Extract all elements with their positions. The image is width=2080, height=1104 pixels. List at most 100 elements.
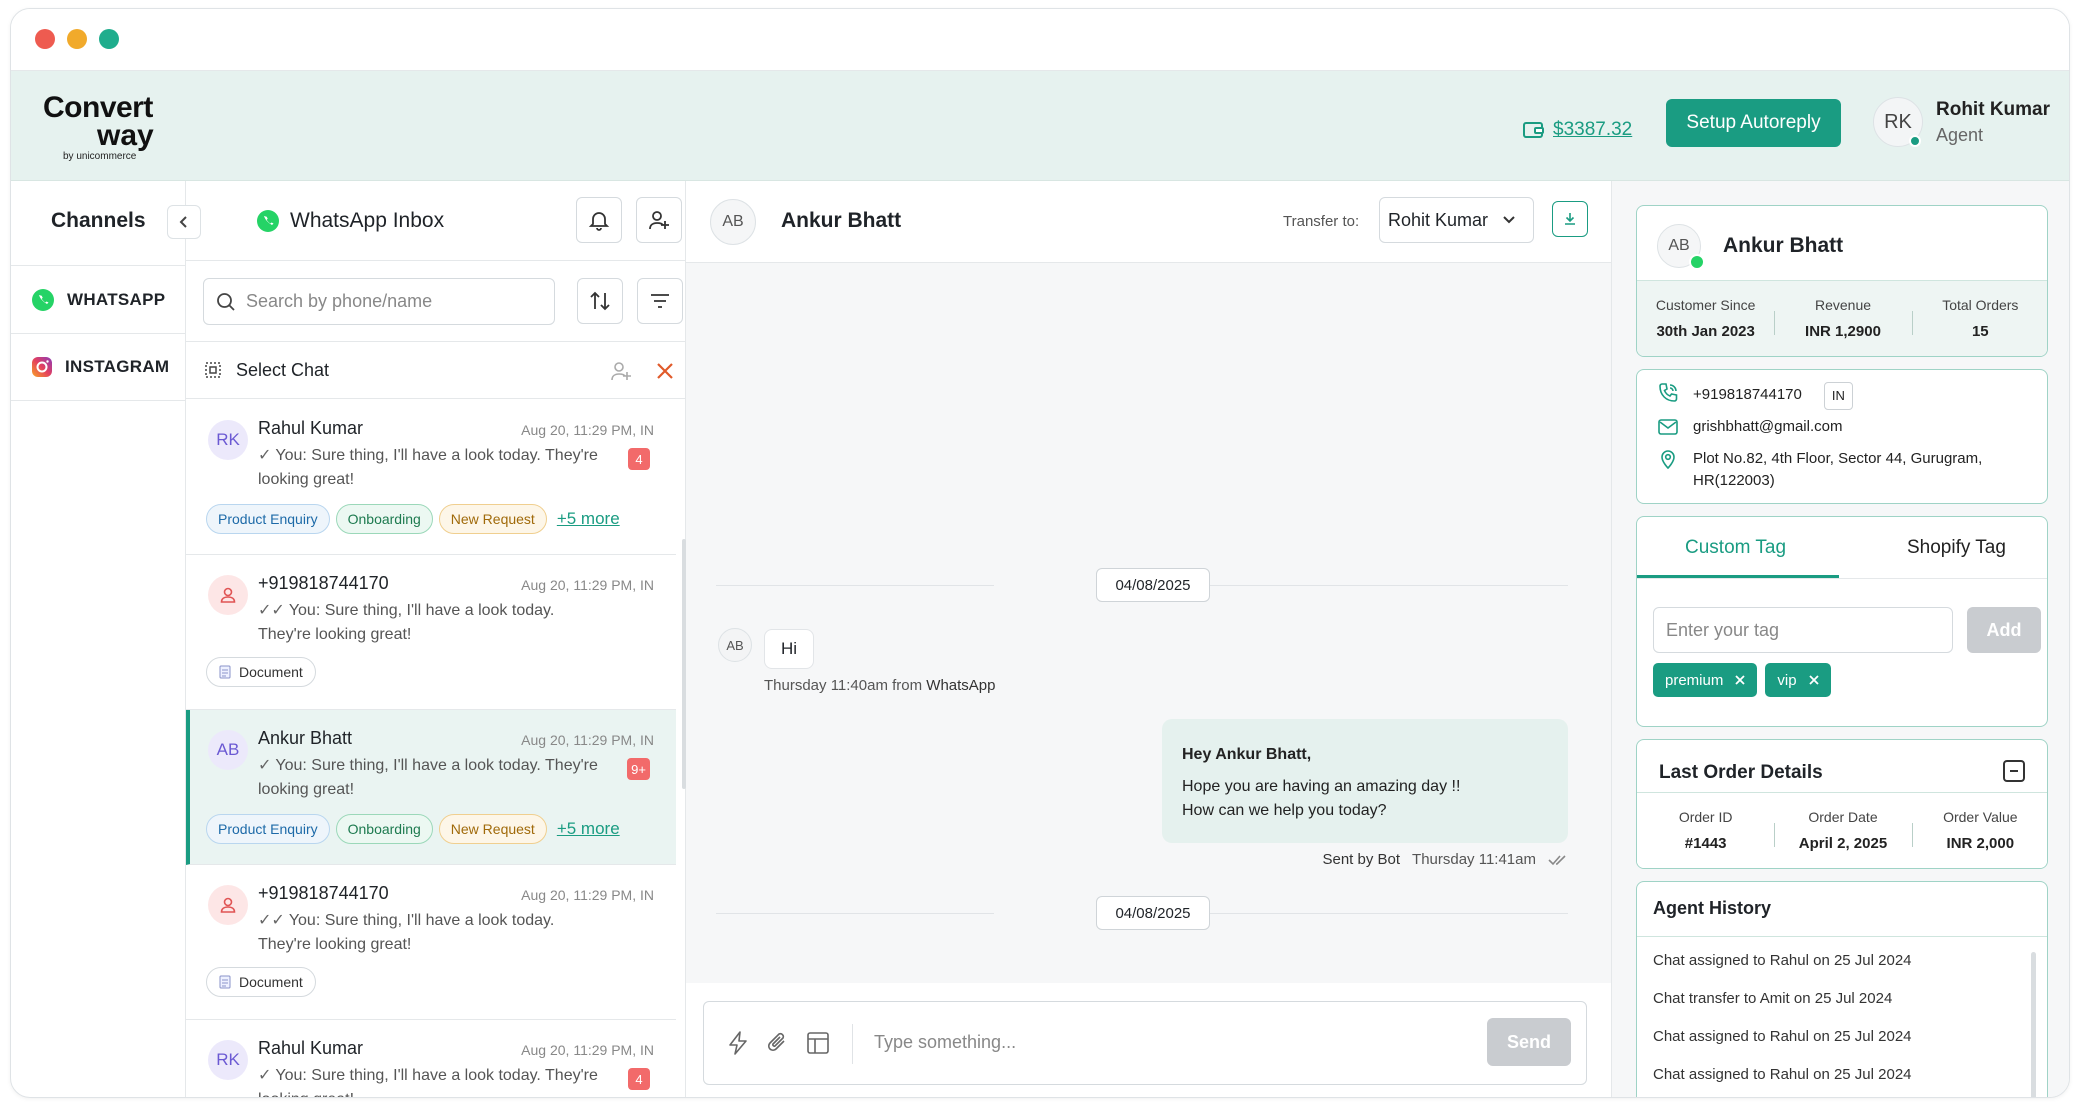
- document-attachment-chip[interactable]: Document: [206, 657, 316, 687]
- phone-row: +919818744170 IN: [1657, 382, 1853, 410]
- chat-contact-name: Rahul Kumar: [258, 1038, 364, 1058]
- incoming-message-meta: Thursday 11:40am from WhatsApp: [764, 677, 996, 694]
- select-chat-row[interactable]: Select Chat: [186, 341, 686, 399]
- quick-reply-bolt-icon[interactable]: [726, 1030, 750, 1056]
- add-tag-button[interactable]: Add: [1967, 607, 2041, 653]
- unread-badge: 4: [628, 1068, 650, 1090]
- attachment-icon[interactable]: [766, 1030, 790, 1056]
- contact-info-card: +919818744170 IN grishbhatt@gmail.com Pl…: [1636, 369, 2048, 504]
- customer-email[interactable]: grishbhatt@gmail.com: [1693, 416, 1842, 438]
- chat-list-item[interactable]: +919818744170 Aug 20, 11:29 PM, IN ✓✓ You…: [186, 555, 676, 710]
- stat-revenue: Revenue INR 1,2900: [1774, 281, 1911, 356]
- sort-button[interactable]: [577, 278, 623, 324]
- app-header: Convert way by unicommerce $3387.32 Setu…: [11, 71, 2069, 181]
- wallet-balance[interactable]: $3387.32: [1523, 119, 1632, 141]
- history-item: Chat assigned to Rahul on 25 Jul 2024: [1653, 1066, 1912, 1083]
- tag-chip[interactable]: Product Enquiry: [206, 814, 330, 844]
- convertway-logo[interactable]: Convert way by unicommerce: [43, 93, 173, 163]
- tag-chip[interactable]: Product Enquiry: [206, 504, 330, 534]
- transfer-agent-select[interactable]: Rohit Kumar: [1379, 197, 1534, 243]
- download-chat-button[interactable]: [1552, 201, 1588, 237]
- conversation-header: AB Ankur Bhatt Transfer to: Rohit Kumar: [686, 181, 1611, 263]
- tag-chip[interactable]: New Request: [438, 814, 547, 844]
- whatsapp-icon: [32, 288, 54, 311]
- chat-list-item[interactable]: RK Rahul Kumar Aug 20, 11:29 PM, IN ✓ You…: [186, 1020, 676, 1097]
- contact-avatar: AB: [710, 199, 756, 245]
- outgoing-message-meta: Sent by Bot Thursday 11:41am: [1286, 851, 1568, 868]
- tag-chip[interactable]: Onboarding: [335, 504, 433, 534]
- app-window: Convert way by unicommerce $3387.32 Setu…: [10, 8, 2070, 1098]
- download-icon: [1565, 213, 1575, 225]
- chat-list-item-active[interactable]: AB Ankur Bhatt Aug 20, 11:29 PM, IN ✓ You…: [186, 710, 676, 865]
- tag-chip[interactable]: Onboarding: [335, 814, 433, 844]
- chat-list-item[interactable]: RK Rahul Kumar Aug 20, 11:29 PM, IN ✓ You…: [186, 400, 676, 555]
- phone-icon: [1659, 383, 1678, 402]
- country-chip: IN: [1823, 382, 1853, 410]
- remove-tag-icon[interactable]: [1808, 675, 1819, 685]
- channel-instagram[interactable]: INSTAGRAM: [11, 333, 186, 401]
- whatsapp-badge-icon: [1689, 254, 1705, 270]
- customer-name: Ankur Bhatt: [1723, 234, 1844, 257]
- chat-contact-name: +919818744170: [258, 573, 389, 593]
- tab-custom-tag[interactable]: Custom Tag: [1685, 537, 1786, 559]
- online-status-dot: [1909, 135, 1921, 147]
- more-tags-link[interactable]: +5 more: [557, 509, 620, 529]
- unread-badge: 4: [628, 448, 650, 470]
- collapse-sidebar-button[interactable]: [167, 205, 201, 239]
- tag-chip[interactable]: New Request: [438, 504, 547, 534]
- customer-phone: +919818744170: [1693, 386, 1802, 403]
- document-attachment-chip[interactable]: Document: [206, 967, 316, 997]
- message-input[interactable]: Type something...: [874, 1032, 1016, 1053]
- select-all-icon: [205, 362, 221, 378]
- wallet-icon: [1523, 122, 1544, 138]
- agent-name: Rohit Kumar: [1936, 99, 2050, 120]
- chat-contact-name: Rahul Kumar: [258, 418, 364, 438]
- setup-autoreply-button[interactable]: Setup Autoreply: [1666, 99, 1841, 147]
- sent-tick-icon: ✓: [258, 447, 272, 464]
- customer-address: Plot No.82, 4th Floor, Sector 44, Gurugr…: [1693, 450, 1983, 489]
- document-label: Document: [239, 974, 303, 990]
- transfer-label: Transfer to:: [1283, 213, 1360, 230]
- tag-chip-vip[interactable]: vip: [1765, 663, 1831, 697]
- channel-whatsapp[interactable]: WHATSAPP: [11, 265, 186, 333]
- unread-badge: 9+: [627, 758, 650, 780]
- tag-input[interactable]: Enter your tag: [1653, 607, 1953, 653]
- message-line: Hope you are having an amazing day !!: [1182, 778, 1461, 795]
- history-scrollbar[interactable]: [2031, 952, 2036, 1097]
- wallet-amount[interactable]: $3387.32: [1553, 119, 1632, 141]
- collapse-section-button[interactable]: [2003, 760, 2025, 782]
- remove-tag-icon[interactable]: [1735, 675, 1745, 685]
- chat-timestamp: Aug 20, 11:29 PM, IN: [521, 577, 654, 593]
- document-icon: [219, 975, 231, 989]
- filter-button[interactable]: [637, 278, 683, 324]
- date-divider-line: [716, 913, 994, 914]
- incoming-message[interactable]: Hi: [764, 629, 814, 669]
- chat-list-item[interactable]: +919818744170 Aug 20, 11:29 PM, IN ✓✓ You…: [186, 865, 676, 1020]
- close-window-button[interactable]: [35, 29, 55, 49]
- email-row: grishbhatt@gmail.com: [1657, 416, 1842, 438]
- send-button[interactable]: Send: [1487, 1018, 1571, 1066]
- order-value: Order Value INR 2,000: [1911, 793, 2047, 868]
- outgoing-message[interactable]: Hey Ankur Bhatt, Hope you are having an …: [1162, 719, 1568, 843]
- tab-shopify-tag[interactable]: Shopify Tag: [1907, 537, 2006, 559]
- order-id: Order ID #1443: [1678, 809, 1733, 852]
- close-icon[interactable]: [656, 362, 674, 380]
- chat-timestamp: Aug 20, 11:29 PM, IN: [521, 1042, 654, 1058]
- notifications-button[interactable]: [576, 197, 622, 243]
- tag-chip-premium[interactable]: premium: [1653, 663, 1758, 697]
- chat-tags: Product Enquiry Onboarding New Request +…: [206, 814, 620, 844]
- document-icon: [219, 665, 231, 679]
- template-icon[interactable]: [806, 1030, 830, 1056]
- message-greeting: Hey Ankur Bhatt,: [1182, 746, 1312, 763]
- search-input[interactable]: Search by phone/name: [203, 278, 555, 325]
- avatar: RK: [208, 420, 248, 460]
- date-separator: 04/08/2025: [1096, 568, 1210, 602]
- whatsapp-icon: [257, 210, 279, 232]
- divider: [1637, 936, 2047, 937]
- assign-user-icon[interactable]: [610, 360, 632, 382]
- add-contact-button[interactable]: [636, 197, 682, 243]
- minimize-window-button[interactable]: [67, 29, 87, 49]
- maximize-window-button[interactable]: [99, 29, 119, 49]
- more-tags-link[interactable]: +5 more: [557, 819, 620, 839]
- sort-icon: [590, 291, 610, 311]
